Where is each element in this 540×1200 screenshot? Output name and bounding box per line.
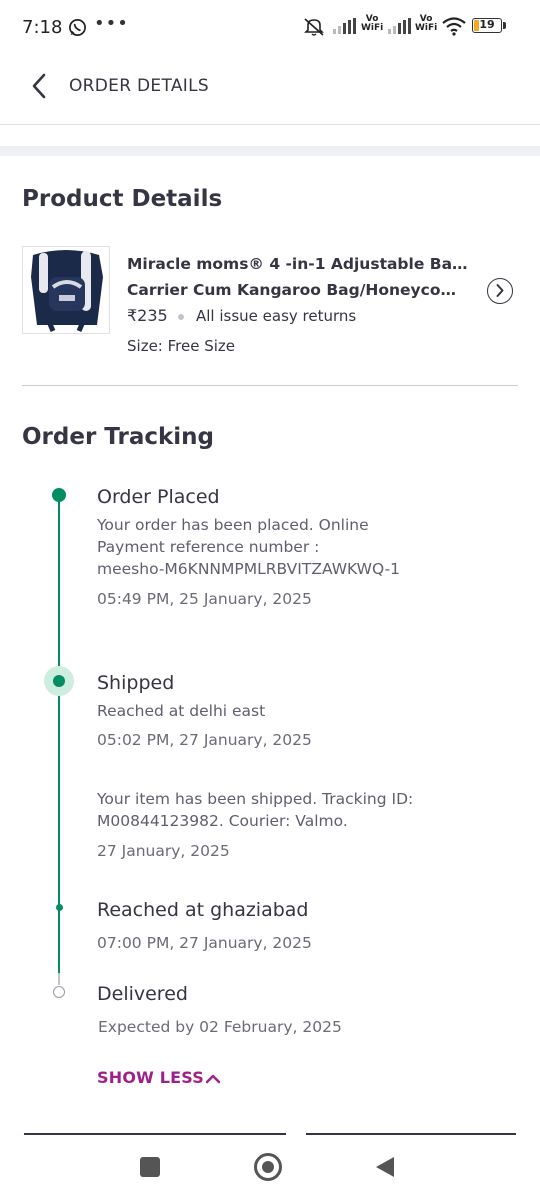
product-size: Size: Free Size [127, 337, 236, 355]
signal-icon [388, 18, 412, 38]
section-separator [0, 146, 540, 156]
step-title: Shipped [97, 672, 175, 694]
more-notifications-icon: ••• [94, 13, 129, 34]
product-details-title: Product Details [22, 186, 223, 212]
recents-icon[interactable] [140, 1157, 160, 1177]
page-title: ORDER DETAILS [69, 76, 209, 96]
step-description: Your item has been shipped. Tracking ID:… [97, 790, 414, 830]
tracking-line-pending [58, 973, 60, 985]
wifi-icon [442, 16, 466, 40]
step-date: 05:02 PM, 27 January, 2025 [97, 731, 312, 749]
product-name[interactable]: Miracle moms® 4 -in-1 Adjustable Baby Ca… [127, 251, 472, 303]
vowifi-indicator: Vo WiFi [415, 14, 438, 33]
step-date: 27 January, 2025 [97, 842, 230, 860]
step-pending-dot [53, 986, 65, 998]
header-divider [0, 124, 540, 125]
status-time: 7:18 [22, 17, 63, 38]
vowifi-indicator: Vo WiFi [361, 14, 384, 33]
step-title: Order Placed [97, 486, 220, 508]
returns-policy: All issue easy returns [196, 307, 357, 325]
home-icon[interactable] [254, 1153, 282, 1181]
battery-tip [503, 22, 506, 29]
action-button-left[interactable] [24, 1133, 286, 1135]
step-description: Your order has been placed. Online Payme… [97, 516, 401, 578]
step-date: 05:49 PM, 25 January, 2025 [97, 590, 312, 608]
show-less-button[interactable]: SHOW LESS [97, 1068, 204, 1087]
chevron-up-icon[interactable] [205, 1071, 221, 1090]
signal-icon [333, 18, 357, 38]
chevron-right-icon[interactable] [487, 278, 513, 304]
step-date: Expected by 02 February, 2025 [98, 1018, 342, 1036]
back-arrow-icon[interactable] [28, 72, 52, 100]
step-minor-dot [55, 904, 63, 911]
step-title: Delivered [97, 983, 188, 1005]
step-title: Reached at ghaziabad [97, 899, 309, 921]
action-button-right[interactable] [306, 1133, 516, 1135]
step-current-dot [53, 675, 65, 687]
whatsapp-icon [68, 18, 87, 41]
separator-dot [178, 314, 184, 320]
product-divider [22, 385, 518, 386]
step-complete-dot [52, 488, 66, 502]
back-triangle-icon[interactable] [374, 1155, 396, 1183]
tracking-line [58, 495, 60, 973]
mute-icon [303, 17, 327, 41]
order-tracking-title: Order Tracking [22, 424, 214, 450]
step-description: Reached at delhi east [97, 702, 266, 720]
step-date: 07:00 PM, 27 January, 2025 [97, 934, 312, 952]
product-image[interactable] [22, 246, 110, 334]
battery-icon: 19 [472, 18, 502, 33]
product-price: ₹235 [127, 306, 168, 325]
